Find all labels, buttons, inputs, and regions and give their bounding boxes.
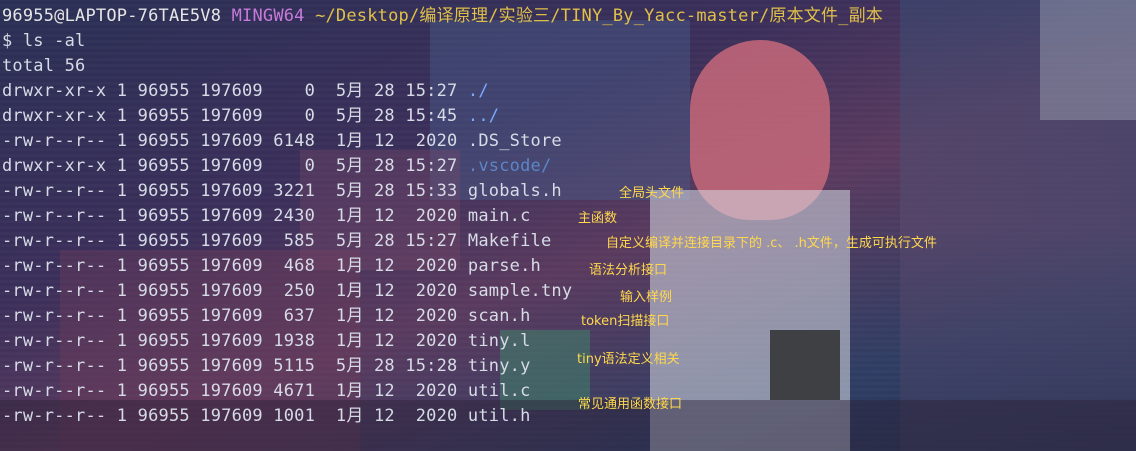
annotation-main: 主函数 xyxy=(578,211,618,226)
prompt-path: ~/Desktop/编译原理/实验三/TINY_By_Yacc-master/原… xyxy=(315,6,884,26)
entry-meta: -rw-r--r-- 1 96955 197609 1938 1月 12 202… xyxy=(2,331,468,351)
annotation-parse: 语法分析接口 xyxy=(589,263,668,278)
entry-meta: -rw-r--r-- 1 96955 197609 585 5月 28 15:2… xyxy=(2,231,468,251)
entry-meta: -rw-r--r-- 1 96955 197609 2430 1月 12 202… xyxy=(2,206,468,226)
entry-name: util.c xyxy=(467,381,531,401)
entry-name: main.c xyxy=(467,206,531,226)
annotation-globals: 全局头文件 xyxy=(619,186,685,201)
entry-name: util.h xyxy=(467,406,531,426)
list-item: drwxr-xr-x 1 96955 197609 0 5月 28 15:27 … xyxy=(2,154,551,179)
annotation-util: 常见通用函数接口 xyxy=(578,397,683,412)
list-item: -rw-r--r-- 1 96955 197609 637 1月 12 2020… xyxy=(2,304,531,329)
entry-meta: -rw-r--r-- 1 96955 197609 468 1月 12 2020 xyxy=(2,256,468,276)
annotation-scan: token扫描接口 xyxy=(581,314,670,329)
entry-name: tiny.y xyxy=(467,356,531,376)
list-item: -rw-r--r-- 1 96955 197609 585 5月 28 15:2… xyxy=(2,229,551,254)
list-item: -rw-r--r-- 1 96955 197609 5115 5月 28 15:… xyxy=(2,354,531,379)
entry-meta: drwxr-xr-x 1 96955 197609 0 5月 28 15:27 xyxy=(2,156,468,176)
entry-name: ./ xyxy=(467,81,489,101)
entry-name: .vscode/ xyxy=(467,156,552,176)
list-item: -rw-r--r-- 1 96955 197609 468 1月 12 2020… xyxy=(2,254,541,279)
entry-meta: drwxr-xr-x 1 96955 197609 0 5月 28 15:27 xyxy=(2,81,468,101)
entry-meta: -rw-r--r-- 1 96955 197609 6148 1月 12 202… xyxy=(2,131,468,151)
entry-name: parse.h xyxy=(467,256,541,276)
entry-meta: drwxr-xr-x 1 96955 197609 0 5月 28 15:45 xyxy=(2,106,468,126)
list-item: -rw-r--r-- 1 96955 197609 250 1月 12 2020… xyxy=(2,279,572,304)
entry-meta: -rw-r--r-- 1 96955 197609 250 1月 12 2020 xyxy=(2,281,468,301)
entry-meta: -rw-r--r-- 1 96955 197609 1001 1月 12 202… xyxy=(2,406,468,426)
entry-name: globals.h xyxy=(467,181,562,201)
entry-name: ../ xyxy=(467,106,500,126)
list-item: -rw-r--r-- 1 96955 197609 6148 1月 12 202… xyxy=(2,129,562,154)
list-item: -rw-r--r-- 1 96955 197609 2430 1月 12 202… xyxy=(2,204,531,229)
prompt-system: MINGW64 xyxy=(231,6,305,26)
list-item: -rw-r--r-- 1 96955 197609 1001 1月 12 202… xyxy=(2,404,531,429)
annotation-sample: 输入样例 xyxy=(620,290,673,305)
command-line: $ ls -al xyxy=(2,31,86,51)
list-item: -rw-r--r-- 1 96955 197609 3221 5月 28 15:… xyxy=(2,179,562,204)
prompt-user-host: 96955@LAPTOP-76TAE5V8 xyxy=(2,6,222,26)
entry-name: Makefile xyxy=(467,231,552,251)
entry-name: tiny.l xyxy=(467,331,531,351)
entry-name: .DS_Store xyxy=(467,131,562,151)
entry-name: scan.h xyxy=(467,306,531,326)
annotation-tiny: tiny语法定义相关 xyxy=(577,352,680,367)
terminal-window[interactable]: 96955@LAPTOP-76TAE5V8 MINGW64 ~/Desktop/… xyxy=(0,0,1136,451)
entry-meta: -rw-r--r-- 1 96955 197609 637 1月 12 2020 xyxy=(2,306,468,326)
entry-name: sample.tny xyxy=(467,281,573,301)
list-item: -rw-r--r-- 1 96955 197609 1938 1月 12 202… xyxy=(2,329,531,354)
list-item: -rw-r--r-- 1 96955 197609 4671 1月 12 202… xyxy=(2,379,531,404)
annotation-makefile: 自定义编译并连接目录下的 .c、 .h文件，生成可执行文件 xyxy=(606,236,937,251)
list-item: drwxr-xr-x 1 96955 197609 0 5月 28 15:45 … xyxy=(2,104,499,129)
shell-prompt: 96955@LAPTOP-76TAE5V8 MINGW64 ~/Desktop/… xyxy=(2,4,883,29)
entry-meta: -rw-r--r-- 1 96955 197609 4671 1月 12 202… xyxy=(2,381,468,401)
entry-meta: -rw-r--r-- 1 96955 197609 5115 5月 28 15:… xyxy=(2,356,468,376)
list-item: drwxr-xr-x 1 96955 197609 0 5月 28 15:27 … xyxy=(2,79,489,104)
entry-meta: -rw-r--r-- 1 96955 197609 3221 5月 28 15:… xyxy=(2,181,468,201)
total-line: total 56 xyxy=(2,56,86,76)
